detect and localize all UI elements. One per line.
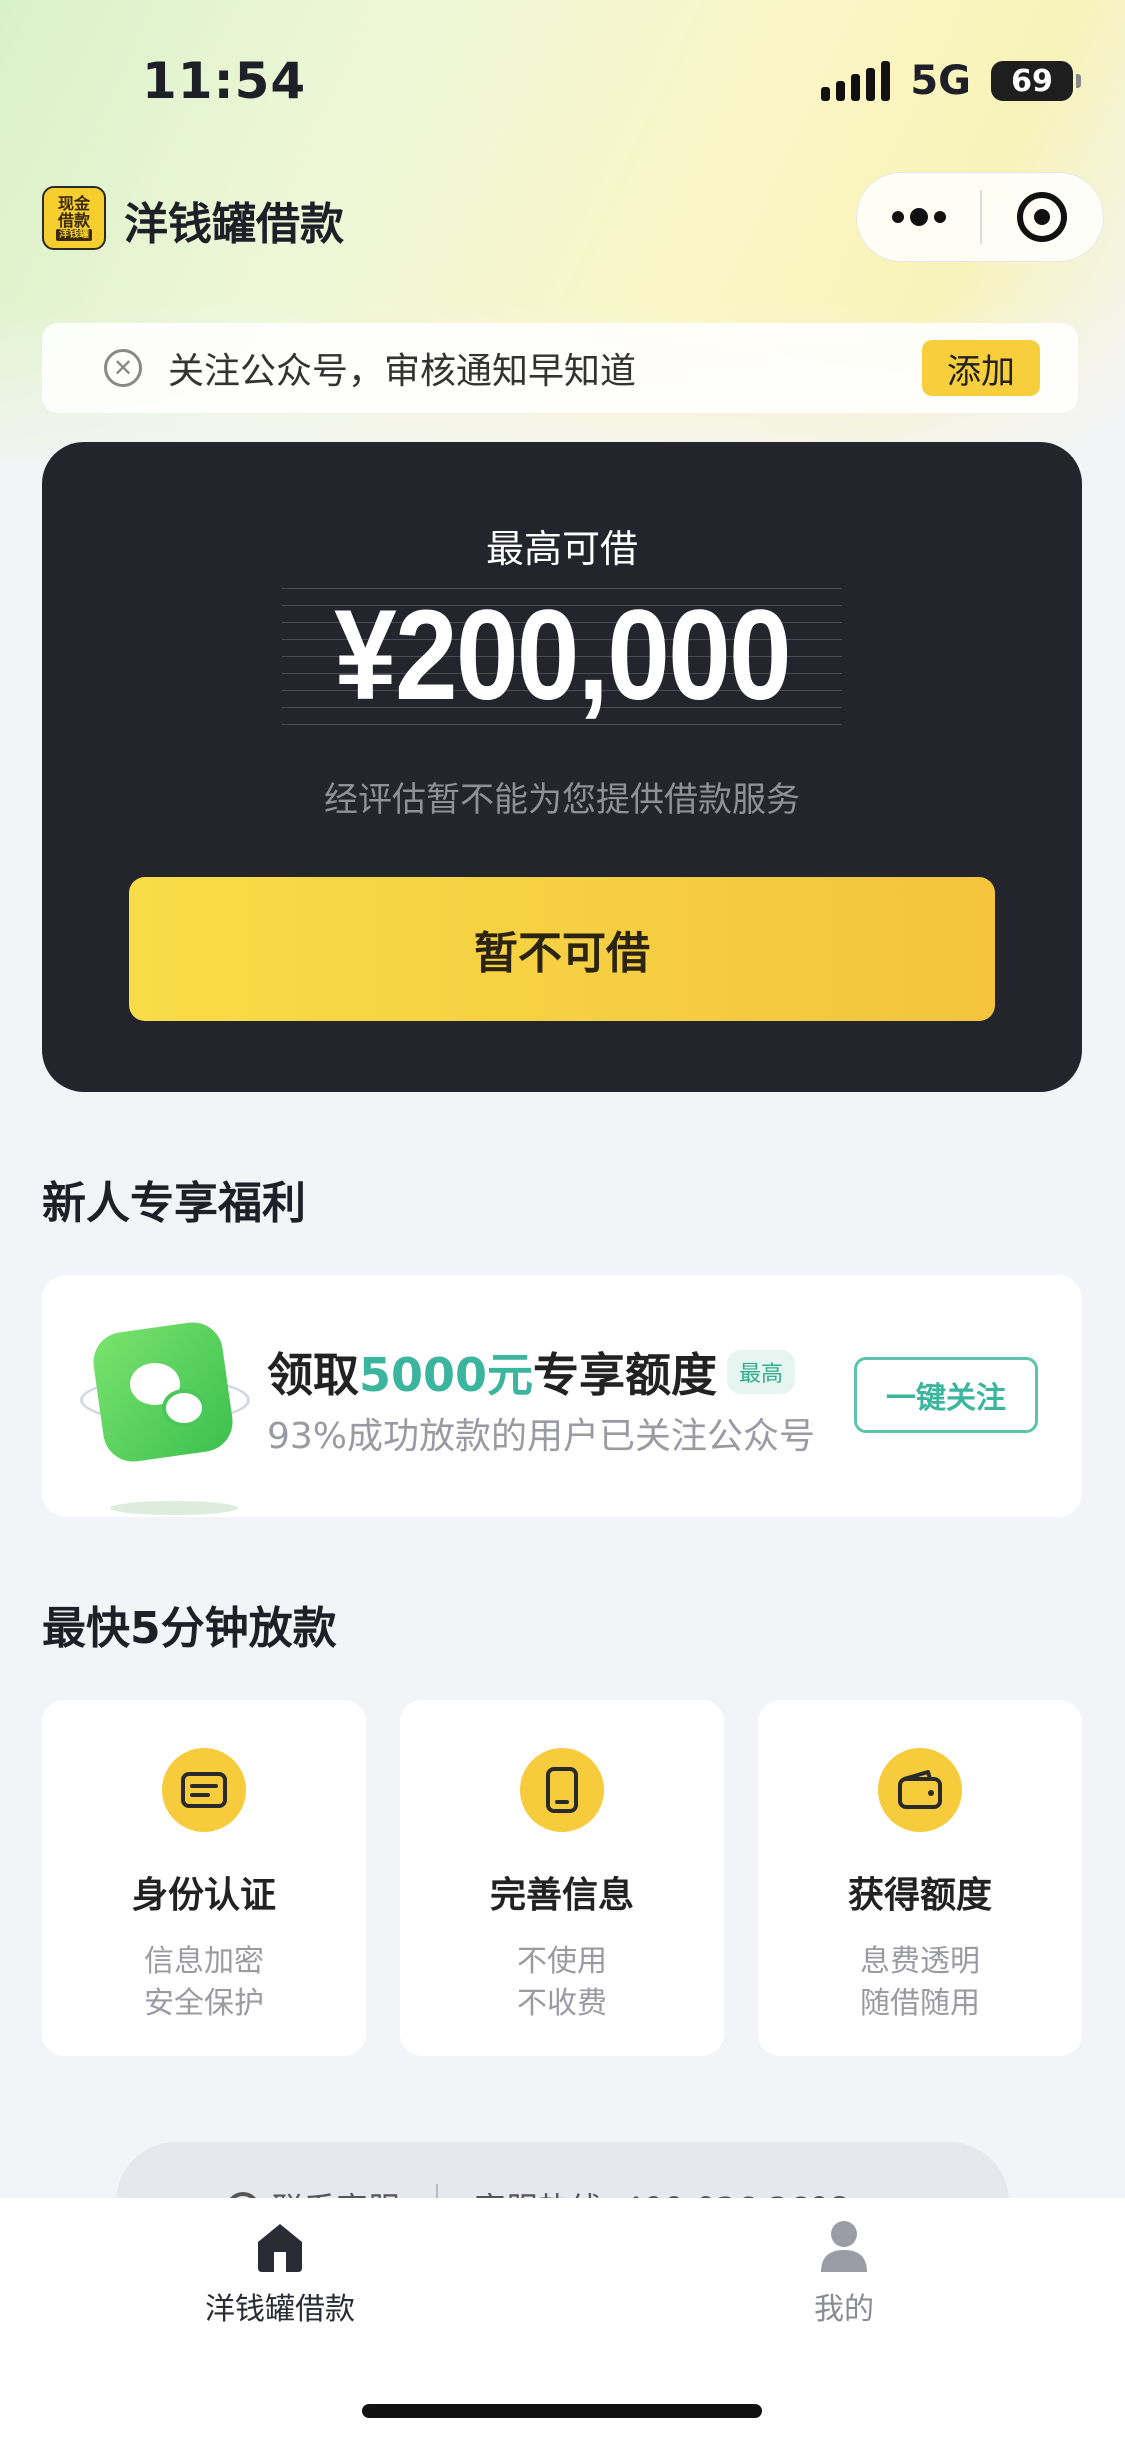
loan-max-label: 最高可借 xyxy=(485,527,638,571)
step-title: 身份认证 xyxy=(131,1875,276,1916)
target-icon xyxy=(1017,192,1068,242)
step-desc: 安全保护 xyxy=(144,1986,264,2021)
wallet-icon xyxy=(878,1748,962,1832)
promo-title-suffix: 专享额度 xyxy=(533,1348,718,1402)
loan-amount: ¥200,000 xyxy=(334,584,791,727)
follow-banner-text: 关注公众号，审核通知早知道 xyxy=(168,351,637,392)
signal-icon xyxy=(821,61,891,101)
status-indicators: 5G 69 xyxy=(821,58,1081,104)
battery-level: 69 xyxy=(1011,63,1053,99)
step-desc: 不收费 xyxy=(517,1986,607,2021)
tab-mine-label: 我的 xyxy=(814,2292,874,2327)
home-indicator xyxy=(362,2404,762,2418)
app-title: 洋钱罐借款 xyxy=(124,199,344,250)
follow-banner: ✕ 关注公众号，审核通知早知道 添加 xyxy=(42,323,1078,413)
step-title: 获得额度 xyxy=(847,1875,992,1916)
add-button[interactable]: 添加 xyxy=(922,340,1040,396)
promo-subtitle: 93%成功放款的用户已关注公众号 xyxy=(267,1416,816,1457)
step-desc: 息费透明 xyxy=(860,1944,980,1979)
one-click-follow-button[interactable]: 一键关注 xyxy=(854,1357,1038,1433)
app-logo: 现金 借款 洋钱罐 xyxy=(42,186,106,250)
promo-title-prefix: 领取 xyxy=(267,1348,359,1402)
step-title: 完善信息 xyxy=(489,1875,634,1916)
tab-mine[interactable]: 我的 xyxy=(694,2218,994,2328)
max-tag: 最高 xyxy=(727,1350,796,1394)
step-desc: 信息加密 xyxy=(144,1944,264,1979)
step-identity[interactable]: 身份认证 信息加密 安全保护 xyxy=(42,1700,366,2056)
id-card-icon xyxy=(162,1748,246,1832)
mini-program-capsule xyxy=(856,172,1104,262)
step-quota[interactable]: 获得额度 息费透明 随借随用 xyxy=(758,1700,1082,2056)
step-info[interactable]: 完善信息 不使用 不收费 xyxy=(400,1700,724,2056)
step-desc: 随借随用 xyxy=(860,1986,980,2021)
newcomer-section-title: 新人专享福利 xyxy=(42,1178,306,1229)
status-time: 11:54 xyxy=(142,52,307,110)
more-button[interactable] xyxy=(857,173,980,261)
steps-section-title: 最快5分钟放款 xyxy=(42,1603,337,1654)
close-icon[interactable]: ✕ xyxy=(104,349,142,387)
tab-home-label: 洋钱罐借款 xyxy=(205,2292,355,2327)
promo-title: 领取 5000元 专享额度 最高 xyxy=(267,1339,796,1405)
close-mini-program-button[interactable] xyxy=(982,173,1103,261)
tab-home[interactable]: 洋钱罐借款 xyxy=(130,2218,430,2328)
more-dot-icon xyxy=(933,211,946,223)
battery-icon: 69 xyxy=(991,61,1081,101)
borrow-button[interactable]: 暂不可借 xyxy=(129,877,995,1021)
loan-note: 经评估暂不能为您提供借款服务 xyxy=(324,780,800,820)
more-dot-icon xyxy=(891,211,904,223)
newcomer-promo-card: 领取 5000元 专享额度 最高 93%成功放款的用户已关注公众号 一键关注 xyxy=(42,1275,1082,1517)
more-dot-icon xyxy=(909,208,928,226)
step-desc: 不使用 xyxy=(517,1944,607,1979)
home-icon xyxy=(252,2218,308,2274)
network-type: 5G xyxy=(910,58,971,104)
loan-card: 最高可借 ¥200,000 经评估暂不能为您提供借款服务 暂不可借 xyxy=(42,442,1082,1092)
user-icon xyxy=(819,2218,869,2274)
app-logo-line: 借款 xyxy=(57,211,90,230)
tab-bar: 洋钱罐借款 我的 xyxy=(0,2198,1125,2439)
app-logo-line: 洋钱罐 xyxy=(56,229,92,241)
app-logo-line: 现金 xyxy=(57,194,90,213)
promo-title-highlight: 5000元 xyxy=(359,1348,534,1402)
wechat-icon xyxy=(80,1318,250,1515)
phone-icon xyxy=(520,1748,604,1832)
